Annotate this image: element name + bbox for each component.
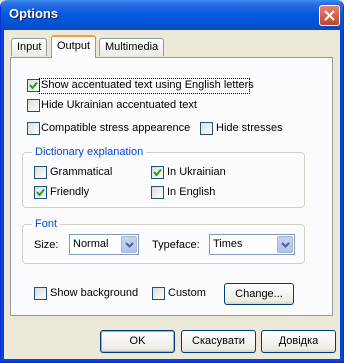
help-button-label: Довідка: [278, 335, 319, 347]
help-button[interactable]: Довідка: [261, 330, 336, 353]
in-ukrainian-label[interactable]: In Ukrainian: [167, 166, 226, 179]
font-group-title: Font: [32, 218, 61, 231]
ok-button[interactable]: OK: [100, 330, 175, 353]
grammatical-label[interactable]: Grammatical: [50, 166, 112, 179]
hide-ukrainian-label[interactable]: Hide Ukrainian accentuated text: [41, 99, 197, 112]
checkmark-icon: [153, 168, 162, 177]
hide-stresses-checkbox[interactable]: [200, 122, 213, 135]
friendly-label[interactable]: Friendly: [50, 186, 89, 199]
grammatical-checkbox[interactable]: [34, 166, 47, 179]
typeface-dropdown-button[interactable]: [277, 236, 293, 253]
in-english-label[interactable]: In English: [167, 186, 215, 199]
compatible-stress-checkbox[interactable]: [27, 122, 40, 135]
dictionary-group-title: Dictionary explanation: [32, 146, 147, 159]
show-background-checkbox[interactable]: [34, 287, 47, 300]
hide-stresses-label[interactable]: Hide stresses: [216, 122, 283, 135]
ok-button-label: OK: [129, 335, 146, 347]
size-select[interactable]: Normal: [69, 234, 139, 255]
change-background-button[interactable]: Change...: [224, 283, 294, 305]
size-dropdown-button[interactable]: [121, 236, 137, 253]
typeface-label: Typeface:: [152, 239, 200, 251]
cancel-button[interactable]: Скасувати: [181, 330, 256, 353]
size-select-value: Normal: [73, 238, 109, 250]
dictionary-group: [22, 152, 305, 208]
friendly-checkbox[interactable]: [34, 186, 47, 199]
chevron-down-icon: [125, 242, 134, 248]
checkmark-icon: [29, 81, 38, 90]
show-accentuated-label[interactable]: Show accentuated text using English lett…: [41, 79, 254, 92]
checkmark-icon: [36, 188, 45, 197]
cancel-button-label: Скасувати: [192, 335, 245, 347]
hide-ukrainian-checkbox[interactable]: [27, 99, 40, 112]
options-dialog: Options Input Output Multimedia Show acc…: [0, 0, 344, 363]
typeface-select-value: Times: [213, 238, 243, 250]
show-background-label[interactable]: Show background: [50, 287, 138, 300]
in-ukrainian-checkbox[interactable]: [151, 166, 164, 179]
custom-checkbox[interactable]: [152, 287, 165, 300]
chevron-down-icon: [281, 242, 290, 248]
custom-label[interactable]: Custom: [168, 287, 206, 300]
change-button-label: Change...: [235, 288, 283, 300]
size-label: Size:: [34, 239, 59, 251]
compatible-stress-label[interactable]: Compatible stress appearence: [41, 122, 190, 135]
typeface-select[interactable]: Times: [209, 234, 295, 255]
in-english-checkbox[interactable]: [151, 186, 164, 199]
